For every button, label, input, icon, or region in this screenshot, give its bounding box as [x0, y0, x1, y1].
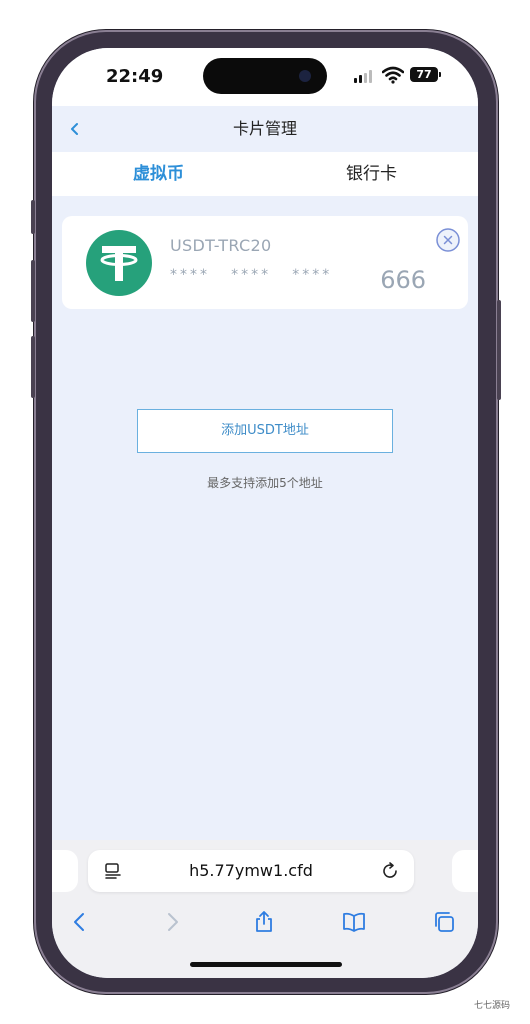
page-menu-icon[interactable]: [104, 862, 122, 880]
mask-group: ****: [170, 266, 210, 283]
status-bar: 22:49 77: [52, 48, 478, 106]
browser-bar: h5.77ymw1.cfd: [52, 840, 478, 978]
mask-group: ****: [292, 266, 333, 283]
address-bar[interactable]: h5.77ymw1.cfd: [88, 850, 414, 892]
browser-back-icon[interactable]: [68, 910, 92, 934]
phone-screen: 22:49 77 卡片管理 虚拟币 银行卡 USDT-TRC20 **** **…: [52, 48, 478, 978]
reload-icon[interactable]: [380, 861, 400, 881]
camera-dot: [299, 70, 311, 82]
status-time: 22:49: [106, 66, 164, 87]
address-limit-note: 最多支持添加5个地址: [207, 476, 323, 490]
tabs-icon[interactable]: [432, 910, 456, 934]
cellular-signal-icon: [354, 70, 372, 83]
tab-bank-card[interactable]: 银行卡: [265, 152, 478, 196]
next-tab-pill[interactable]: [452, 850, 478, 892]
power-button: [497, 300, 501, 400]
volume-up-button: [31, 260, 35, 322]
home-indicator[interactable]: [190, 962, 342, 967]
browser-forward-icon[interactable]: [160, 910, 184, 934]
back-chevron-icon[interactable]: [66, 118, 84, 140]
page-title: 卡片管理: [232, 119, 297, 138]
tab-bar: 虚拟币 银行卡: [52, 152, 478, 196]
watermark: 七七源码: [474, 1001, 511, 1011]
battery-level: 77: [410, 67, 438, 82]
previous-tab-pill[interactable]: [52, 850, 78, 892]
volume-down-button: [31, 336, 35, 398]
remove-card-icon[interactable]: [436, 228, 460, 252]
bookmarks-icon[interactable]: [342, 910, 366, 934]
url-text[interactable]: h5.77ymw1.cfd: [88, 850, 414, 892]
mask-group: ****: [231, 266, 272, 283]
dynamic-island: [203, 58, 327, 94]
wifi-icon: [382, 66, 404, 84]
tab-crypto[interactable]: 虚拟币: [52, 152, 265, 196]
mute-switch: [31, 200, 35, 234]
address-last-digits: 666: [380, 266, 426, 294]
share-icon[interactable]: [252, 910, 276, 934]
coin-name: USDT-TRC20: [170, 236, 272, 255]
wallet-card[interactable]: USDT-TRC20 **** **** **** 666: [62, 216, 468, 309]
browser-toolbar: [52, 902, 478, 942]
tether-icon: [86, 230, 152, 296]
battery-tip: [439, 72, 441, 77]
nav-header: 卡片管理: [52, 106, 478, 152]
add-usdt-address-button[interactable]: 添加USDT地址: [137, 409, 393, 453]
